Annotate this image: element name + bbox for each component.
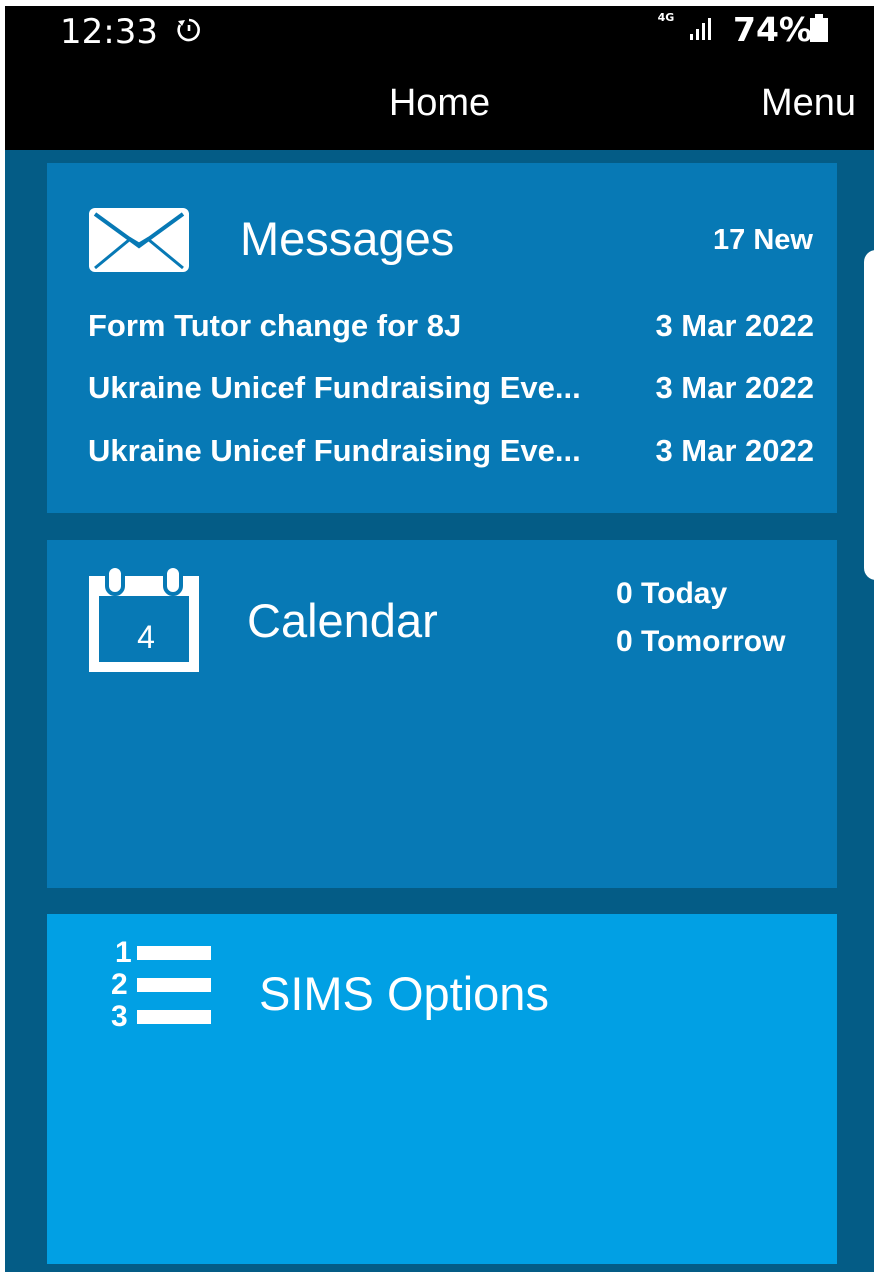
svg-text:2: 2 — [111, 968, 128, 1001]
calendar-title: Calendar — [247, 594, 438, 647]
status-bar: 12:33 4G 74% — [5, 6, 874, 54]
network-type: 4G — [657, 11, 675, 24]
timer-icon — [177, 18, 200, 42]
message-subject: Ukraine Unicef Fundraising Eve... — [88, 433, 581, 468]
calendar-icon-day: 4 — [137, 619, 155, 655]
message-date: 3 Mar 2022 — [655, 308, 814, 343]
page-title: Home — [388, 82, 491, 124]
svg-text:1: 1 — [115, 936, 132, 969]
calendar-icon: 4 — [89, 566, 199, 672]
sims-options-title: SIMS Options — [259, 967, 549, 1020]
svg-text:3: 3 — [111, 1000, 128, 1028]
envelope-icon — [89, 208, 189, 272]
battery-icon — [810, 14, 828, 42]
menu-button[interactable]: Menu — [761, 82, 856, 125]
battery-percent: 74% — [733, 10, 812, 49]
app-screen: 12:33 4G 74% Home Menu Messages 17 New F… — [5, 6, 874, 1272]
app-bar: Home Menu — [5, 54, 874, 150]
edge-panel-handle[interactable] — [864, 250, 878, 580]
message-item[interactable]: Ukraine Unicef Fundraising Eve... 3 Mar … — [88, 433, 814, 479]
numbered-list-icon: 1 2 3 — [111, 936, 211, 1028]
message-subject: Ukraine Unicef Fundraising Eve... — [88, 370, 581, 405]
message-item[interactable]: Ukraine Unicef Fundraising Eve... 3 Mar … — [88, 370, 814, 416]
sims-options-tile[interactable]: 1 2 3 SIMS Options — [47, 914, 837, 1264]
messages-new-count: 17 New — [713, 224, 813, 256]
calendar-tomorrow-count: 0 Tomorrow — [616, 625, 786, 658]
status-time: 12:33 — [60, 12, 158, 52]
message-subject: Form Tutor change for 8J — [88, 308, 462, 343]
message-date: 3 Mar 2022 — [655, 370, 814, 405]
message-item[interactable]: Form Tutor change for 8J 3 Mar 2022 — [88, 308, 814, 354]
signal-icon — [690, 18, 711, 40]
calendar-today-count: 0 Today — [616, 577, 728, 610]
message-date: 3 Mar 2022 — [655, 433, 814, 468]
messages-tile[interactable]: Messages 17 New Form Tutor change for 8J… — [47, 163, 837, 513]
messages-title: Messages — [240, 212, 455, 265]
calendar-tile[interactable]: 4 Calendar 0 Today 0 Tomorrow — [47, 540, 837, 888]
